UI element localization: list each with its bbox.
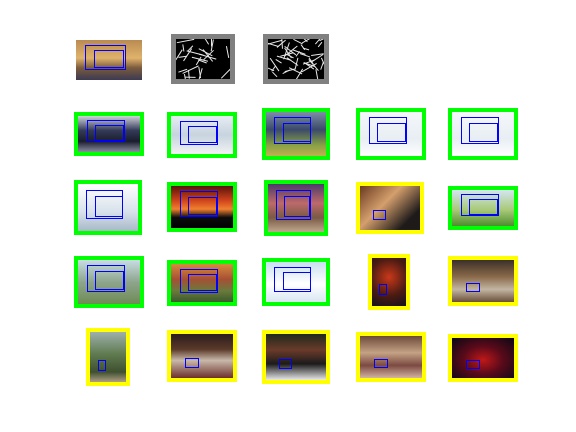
feature-visualization [176,39,230,79]
detection-box [284,196,310,217]
thumbnail-image [360,336,422,378]
detection-box [283,123,311,142]
result-thumbnail-2-1[interactable] [74,180,142,235]
detection-box [374,359,388,368]
thumbnail-image [452,260,514,302]
detection-box [379,284,387,295]
detection-box [469,123,498,142]
result-thumbnail-3-1[interactable] [74,256,144,308]
feature-map-grid [263,34,329,84]
detection-box [95,196,123,217]
result-thumbnail-1-1[interactable] [74,112,144,156]
result-thumbnail-1-2[interactable] [167,112,237,158]
thumbnail-image [171,334,233,378]
detection-box [466,360,480,369]
result-thumbnail-2-4[interactable] [356,182,424,234]
thumbnail-image [372,258,406,306]
detection-box [185,358,199,368]
result-thumbnail-1-5[interactable] [448,108,518,160]
result-thumbnail-4-5[interactable] [448,334,518,382]
detection-box [466,283,480,292]
query-image [76,40,142,80]
detection-box [98,360,106,371]
result-thumbnail-3-2[interactable] [167,260,237,306]
detection-box [188,126,217,143]
thumbnail-image [266,334,326,380]
result-thumbnail-3-3[interactable] [262,258,330,306]
detection-box [95,271,124,290]
detection-box [188,274,217,291]
result-thumbnail-4-2[interactable] [167,330,237,382]
result-thumbnail-1-3[interactable] [262,108,330,160]
detection-box [94,50,124,68]
detection-box [95,125,124,141]
detection-box [373,210,386,220]
result-thumbnail-2-2[interactable] [167,182,237,232]
retrieval-figure [0,0,576,432]
result-thumbnail-4-3[interactable] [262,330,330,384]
detection-box [469,199,498,215]
result-thumbnail-2-3[interactable] [264,180,328,236]
thumbnail-image [452,338,514,378]
thumbnail-image [360,186,420,230]
feature-map-edges [171,34,235,84]
result-thumbnail-3-5[interactable] [448,256,518,306]
detection-box [377,123,406,142]
thumbnail-image [90,332,126,382]
result-thumbnail-3-4[interactable] [368,254,410,310]
detection-box [283,272,311,290]
result-thumbnail-2-5[interactable] [448,186,518,230]
detection-box [188,197,217,215]
result-thumbnail-4-4[interactable] [356,332,426,382]
result-thumbnail-1-4[interactable] [356,108,426,160]
feature-visualization [268,39,324,79]
result-thumbnail-4-1[interactable] [86,328,130,386]
detection-box [279,359,292,369]
